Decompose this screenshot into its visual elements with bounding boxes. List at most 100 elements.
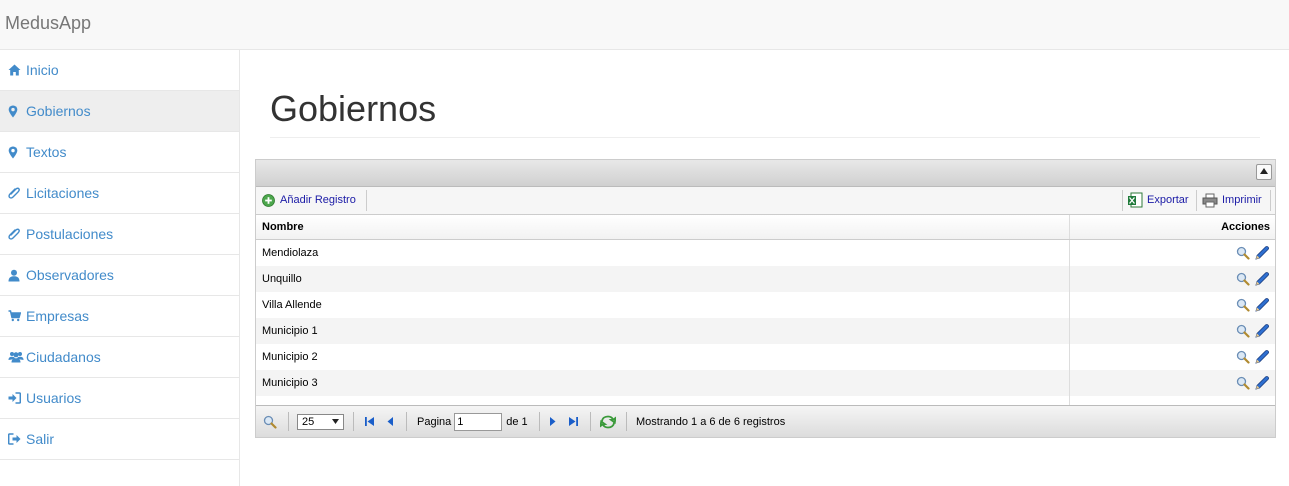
map-marker-icon: [8, 105, 26, 118]
filler-cell: [256, 396, 1070, 405]
refresh-icon: [600, 415, 616, 429]
sidebar-item-textos[interactable]: Textos: [0, 132, 239, 173]
pencil-icon[interactable]: [1254, 245, 1270, 261]
toolbar-divider: [1270, 190, 1271, 211]
sidebar-item-postulaciones[interactable]: Postulaciones: [0, 214, 239, 255]
sidebar-item-label: Salir: [26, 431, 55, 447]
column-header-nombre[interactable]: Nombre: [256, 215, 1070, 239]
table-row[interactable]: Municipio 1: [256, 318, 1275, 344]
table-row[interactable]: Municipio 2: [256, 344, 1275, 370]
pager-divider: [406, 412, 407, 431]
pager-divider: [590, 412, 591, 431]
sidebar-item-inicio[interactable]: Inicio: [0, 50, 239, 91]
add-record-label: Añadir Registro: [280, 194, 356, 206]
pager-divider: [288, 412, 289, 431]
dropdown-arrow-icon: [332, 419, 339, 424]
last-page-icon: [568, 416, 579, 427]
add-circle-icon: [262, 193, 275, 207]
records-status: Mostrando 1 a 6 de 6 registros: [636, 415, 786, 428]
cell-nombre: Municipio 1: [256, 318, 1070, 344]
pencil-icon[interactable]: [1254, 297, 1270, 313]
print-button[interactable]: Imprimir: [1202, 187, 1262, 213]
table-row[interactable]: Mendiolaza: [256, 240, 1275, 266]
magnifier-icon[interactable]: [1236, 298, 1250, 312]
row-actions: [1070, 292, 1275, 318]
toolbar-divider: [1196, 190, 1197, 211]
sidebar-item-salir[interactable]: Salir: [0, 419, 239, 460]
first-page-button[interactable]: [364, 406, 375, 437]
add-record-button[interactable]: Añadir Registro: [262, 187, 356, 213]
paperclip-icon: [8, 228, 26, 241]
sidebar-item-gobiernos[interactable]: Gobiernos: [0, 91, 239, 132]
export-label: Exportar: [1147, 194, 1189, 206]
pencil-icon[interactable]: [1254, 349, 1270, 365]
cell-nombre: Mendiolaza: [256, 240, 1070, 266]
grid-caption-bar: [256, 160, 1275, 187]
sidebar-item-licitaciones[interactable]: Licitaciones: [0, 173, 239, 214]
cell-nombre: Municipio 2: [256, 344, 1070, 370]
page-number-input[interactable]: [454, 412, 503, 431]
magnifier-icon[interactable]: [1236, 376, 1250, 390]
page-total-label: de 1: [506, 415, 528, 428]
last-page-button[interactable]: [568, 406, 579, 437]
map-marker-icon: [8, 146, 26, 159]
cell-nombre: Municipio 3: [256, 370, 1070, 396]
sidebar-item-label: Observadores: [26, 267, 114, 283]
sidebar-item-label: Ciudadanos: [26, 349, 101, 365]
prev-page-button[interactable]: [386, 406, 395, 437]
table-row[interactable]: Municipio 3: [256, 370, 1275, 396]
user-icon: [8, 269, 26, 282]
sidebar-item-label: Textos: [26, 144, 67, 160]
sidebar-item-label: Gobiernos: [26, 103, 91, 119]
refresh-button[interactable]: [600, 406, 616, 437]
magnifier-icon[interactable]: [1236, 246, 1250, 260]
top-navbar: MedusApp: [0, 0, 1289, 50]
title-divider: [270, 137, 1260, 138]
page-size-select[interactable]: 25: [297, 406, 344, 437]
pager-divider: [626, 412, 627, 431]
magnifier-icon[interactable]: [1236, 272, 1250, 286]
row-actions: [1070, 240, 1275, 266]
paperclip-icon: [8, 187, 26, 200]
table-header: Nombre Acciones: [256, 215, 1275, 240]
sidebar-item-ciudadanos[interactable]: Ciudadanos: [0, 337, 239, 378]
sign-in-icon: [8, 392, 26, 404]
app-brand[interactable]: MedusApp: [5, 13, 91, 34]
collapse-grid-button[interactable]: [1256, 164, 1272, 180]
sidebar-item-label: Postulaciones: [26, 226, 114, 242]
toolbar-divider: [366, 190, 367, 211]
page-navigator: Pagina de 1: [417, 406, 528, 437]
table-filler: [256, 396, 1275, 405]
printer-icon: [1202, 193, 1218, 208]
page-size-value: 25: [302, 415, 315, 428]
print-label: Imprimir: [1222, 194, 1262, 206]
sidebar-item-label: Licitaciones: [26, 185, 100, 201]
pencil-icon[interactable]: [1254, 323, 1270, 339]
sidebar-item-label: Inicio: [26, 62, 59, 78]
page-label: Pagina: [417, 415, 452, 428]
sidebar-item-observadores[interactable]: Observadores: [0, 255, 239, 296]
export-button[interactable]: Exportar: [1127, 187, 1189, 213]
sidebar-item-label: Usuarios: [26, 390, 82, 406]
pencil-icon[interactable]: [1254, 271, 1270, 287]
search-icon: [263, 415, 277, 429]
table-row[interactable]: Unquillo: [256, 266, 1275, 292]
cell-nombre: Villa Allende: [256, 292, 1070, 318]
page-size-dropdown[interactable]: 25: [297, 413, 344, 430]
sidebar-item-empresas[interactable]: Empresas: [0, 296, 239, 337]
sidebar-item-usuarios[interactable]: Usuarios: [0, 378, 239, 419]
magnifier-icon[interactable]: [1236, 350, 1250, 364]
sidebar: Inicio Gobiernos Textos Licitaciones Pos…: [0, 50, 240, 486]
home-icon: [8, 64, 26, 76]
magnifier-icon[interactable]: [1236, 324, 1250, 338]
shopping-cart-icon: [8, 310, 26, 322]
pencil-icon[interactable]: [1254, 375, 1270, 391]
search-button[interactable]: [263, 406, 277, 437]
prev-page-icon: [386, 416, 395, 427]
row-actions: [1070, 370, 1275, 396]
data-grid: Añadir Registro Exportar Imprimir Nombre…: [255, 159, 1276, 438]
table-row[interactable]: Villa Allende: [256, 292, 1275, 318]
toolbar-divider: [1122, 190, 1123, 211]
grid-toolbar: Añadir Registro Exportar Imprimir: [256, 187, 1275, 215]
next-page-button[interactable]: [548, 406, 557, 437]
